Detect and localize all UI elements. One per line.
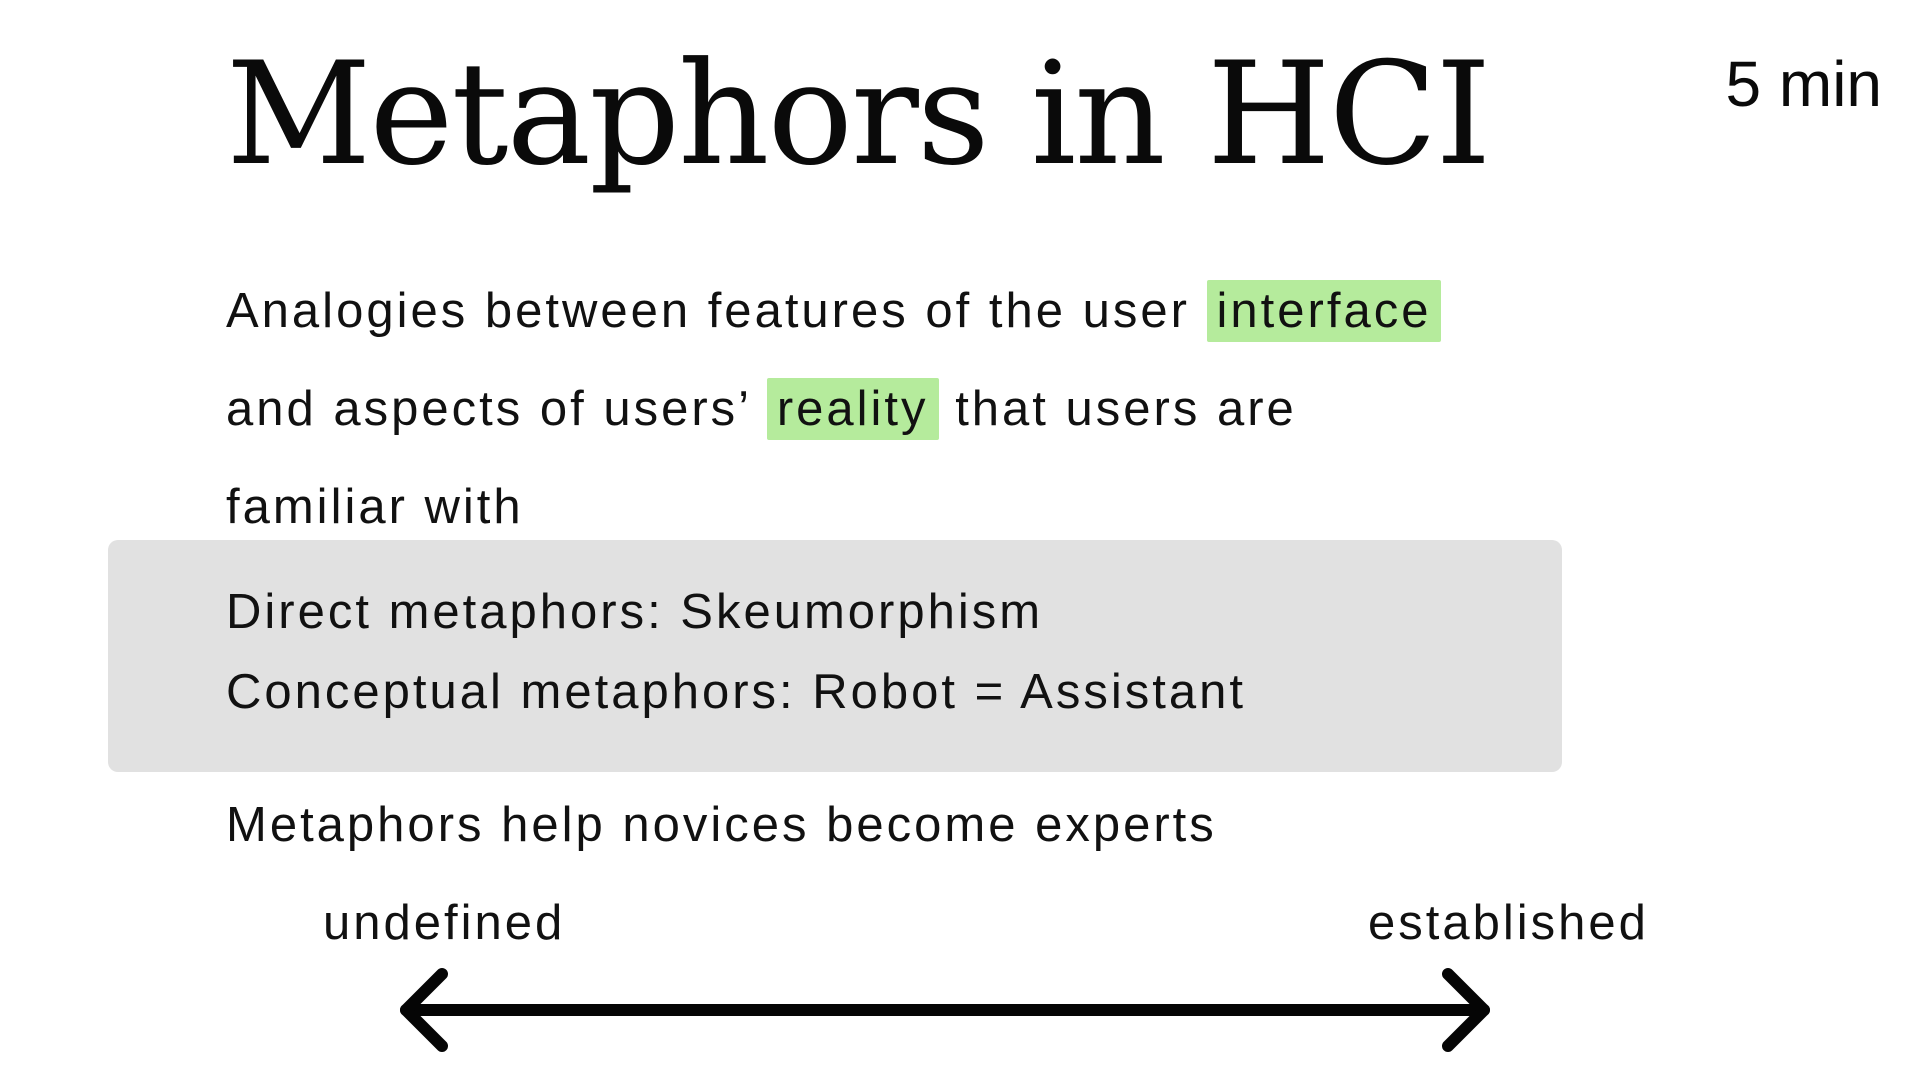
timer-label: 5 min bbox=[1725, 48, 1883, 120]
scale-label-established: established bbox=[1368, 896, 1649, 950]
highlight-interface: interface bbox=[1206, 280, 1442, 342]
callout-conceptual-metaphors: Conceptual metaphors: Robot = Assistant bbox=[226, 665, 1246, 719]
definition-line-2: and aspects of users’ reality that users… bbox=[226, 360, 1526, 458]
highlight-reality: reality bbox=[766, 378, 939, 440]
scale-label-undefined: undefined bbox=[323, 896, 566, 950]
definition-line-2-suffix: that users are bbox=[955, 382, 1297, 436]
definition-text: Analogies between features of the user i… bbox=[226, 262, 1526, 556]
examples-callout: Direct metaphors: Skeumorphism Conceptua… bbox=[108, 540, 1562, 772]
definition-line-2-prefix: and aspects of users’ bbox=[226, 382, 751, 436]
callout-direct-metaphors: Direct metaphors: Skeumorphism bbox=[226, 585, 1044, 639]
definition-line-1: Analogies between features of the user i… bbox=[226, 262, 1526, 360]
slide-title: Metaphors in HCI bbox=[226, 32, 1491, 197]
summary-text: Metaphors help novices become experts bbox=[226, 798, 1217, 852]
definition-line-1-prefix: Analogies between features of the user bbox=[226, 284, 1190, 338]
double-headed-arrow-icon bbox=[400, 968, 1490, 1052]
